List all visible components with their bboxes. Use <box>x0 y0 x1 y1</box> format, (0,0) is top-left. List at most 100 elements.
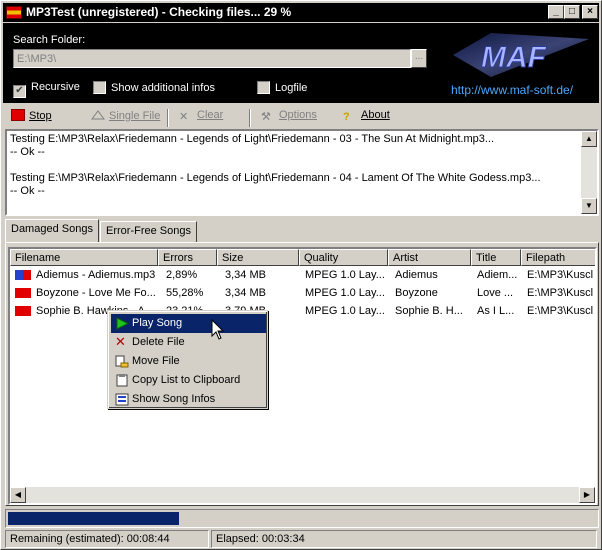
column-header-filename[interactable]: Filename <box>10 249 158 266</box>
column-header-quality[interactable]: Quality <box>299 249 388 266</box>
stop-label: Stop <box>29 110 52 122</box>
options-button[interactable]: ⚒ Options <box>261 109 317 127</box>
menu-label: Play Song <box>132 317 183 329</box>
menu-label: Move File <box>132 355 180 367</box>
progress-bar <box>5 509 599 528</box>
delete-icon: ✕ <box>115 334 126 349</box>
cell-filename: Boyzone - Love Me Fo... <box>36 287 156 299</box>
cell-size: 3,34 MB <box>225 269 266 281</box>
toolbar-separator <box>167 109 169 127</box>
log-textarea[interactable]: Testing E:\MP3\Relax\Friedemann - Legend… <box>5 129 599 216</box>
clear-button[interactable]: ✕ Clear <box>179 109 223 127</box>
cell-quality: MPEG 1.0 Lay... <box>305 305 385 317</box>
toolbar: Stop Single File ✕ Clear ⚒ Options ? About <box>3 105 599 129</box>
search-folder-input[interactable] <box>13 49 411 68</box>
song-status-icon <box>15 270 31 280</box>
search-folder-label: Search Folder: <box>13 34 86 46</box>
cell-artist: Boyzone <box>395 287 438 299</box>
move-file-icon <box>115 355 129 368</box>
stop-button[interactable]: Stop <box>11 109 52 127</box>
tab-damaged-songs[interactable]: Damaged Songs <box>5 219 99 242</box>
cell-title: Adiem... <box>477 269 518 281</box>
about-button[interactable]: ? About <box>343 109 390 127</box>
cell-quality: MPEG 1.0 Lay... <box>305 287 385 299</box>
cell-artist: Sophie B. H... <box>395 305 463 317</box>
logfile-label: Logfile <box>275 82 308 94</box>
column-header-artist[interactable]: Artist <box>388 249 471 266</box>
menu-item-delete-file[interactable]: ✕ Delete File <box>111 333 266 352</box>
context-menu: Play Song ✕ Delete File Move File Copy L… <box>107 310 268 409</box>
additional-infos-checkbox[interactable]: Show additional infos <box>93 81 215 94</box>
column-header-filepath[interactable]: Filepath <box>521 249 595 266</box>
cell-errors: 55,28% <box>166 287 204 299</box>
single-file-button[interactable]: Single File <box>91 109 160 127</box>
damaged-songs-list[interactable]: Filename Errors Size Quality Artist Titl… <box>8 247 597 505</box>
about-label: About <box>361 109 390 121</box>
menu-item-play-song[interactable]: Play Song <box>111 314 266 333</box>
remaining-time: Remaining (estimated): 00:08:44 <box>5 530 209 548</box>
scroll-up-icon[interactable]: ▲ <box>581 131 597 147</box>
menu-label: Copy List to Clipboard <box>132 374 241 386</box>
menu-item-show-song-infos[interactable]: Show Song Infos <box>111 390 266 409</box>
cell-filename: Adiemus - Adiemus.mp3 <box>36 269 156 281</box>
browse-button[interactable]: ... <box>411 49 427 68</box>
table-row[interactable]: Adiemus - Adiemus.mp3 2,89% 3,34 MB MPEG… <box>10 266 595 284</box>
column-header-size[interactable]: Size <box>217 249 299 266</box>
log-vertical-scrollbar[interactable]: ▲ ▼ <box>581 131 597 214</box>
info-icon <box>115 393 129 406</box>
main-window: MP3Test (unregistered) - Checking files.… <box>0 0 602 550</box>
play-icon <box>115 317 130 330</box>
cell-filepath: E:\MP3\Kuscl <box>527 287 594 299</box>
menu-item-move-file[interactable]: Move File <box>111 352 266 371</box>
table-row[interactable]: Boyzone - Love Me Fo... 55,28% 3,34 MB M… <box>10 284 595 302</box>
window-title: MP3Test (unregistered) - Checking files.… <box>26 5 292 19</box>
tab-error-free-songs[interactable]: Error-Free Songs <box>100 221 197 242</box>
table-row[interactable]: Sophie B. Hawkins - A... 23,21% 3,79 MB … <box>10 302 595 320</box>
list-horizontal-scrollbar[interactable]: ◀ ▶ <box>10 487 595 503</box>
column-header-errors[interactable]: Errors <box>158 249 217 266</box>
cell-size: 3,34 MB <box>225 287 266 299</box>
cell-title: Love ... <box>477 287 514 299</box>
maximize-button[interactable]: □ <box>564 5 580 19</box>
song-status-icon <box>15 288 31 298</box>
question-icon: ? <box>343 111 350 123</box>
menu-item-copy-list[interactable]: Copy List to Clipboard <box>111 371 266 390</box>
cell-title: As I L... <box>477 305 515 317</box>
toolbar-separator <box>249 109 251 127</box>
cell-artist: Adiemus <box>395 269 438 281</box>
recursive-label: Recursive <box>31 81 80 93</box>
title-bar[interactable]: MP3Test (unregistered) - Checking files.… <box>3 3 599 22</box>
column-header-title[interactable]: Title <box>471 249 521 266</box>
elapsed-time: Elapsed: 00:03:34 <box>211 530 597 548</box>
progress-fill <box>8 512 179 525</box>
additional-check-box <box>93 81 106 94</box>
log-text: Testing E:\MP3\Relax\Friedemann - Legend… <box>10 133 541 197</box>
cell-quality: MPEG 1.0 Lay... <box>305 269 385 281</box>
close-button[interactable]: × <box>582 5 598 19</box>
logfile-check-box <box>257 81 270 94</box>
cell-filepath: E:\MP3\Kuscl <box>527 269 594 281</box>
stop-icon <box>11 109 25 121</box>
mouse-cursor-icon <box>211 319 225 340</box>
scroll-down-icon[interactable]: ▼ <box>581 198 597 214</box>
menu-label: Show Song Infos <box>132 393 216 405</box>
clear-label: Clear <box>197 109 224 121</box>
recursive-checkbox[interactable]: ✔ Recursive <box>13 81 80 98</box>
header-panel: Search Folder: ... ✔ Recursive Show addit… <box>3 23 599 103</box>
list-header: Filename Errors Size Quality Artist Titl… <box>10 249 595 266</box>
scroll-right-icon[interactable]: ▶ <box>579 487 595 503</box>
options-label: Options <box>279 109 317 121</box>
wrench-icon: ⚒ <box>261 111 271 123</box>
additional-infos-label: Show additional infos <box>111 82 215 94</box>
logo-text: MAF <box>481 41 547 74</box>
minimize-button[interactable]: _ <box>548 5 564 19</box>
logfile-checkbox[interactable]: Logfile <box>257 81 307 94</box>
cell-filepath: E:\MP3\Kuscl <box>527 305 594 317</box>
maf-logo: MAF <box>453 33 589 77</box>
clipboard-icon <box>115 374 129 387</box>
cell-errors: 2,89% <box>166 269 198 281</box>
app-flag-icon <box>6 6 22 19</box>
single-file-icon <box>91 109 105 121</box>
website-link[interactable]: http://www.maf-soft.de/ <box>451 83 573 97</box>
scroll-left-icon[interactable]: ◀ <box>10 487 26 503</box>
